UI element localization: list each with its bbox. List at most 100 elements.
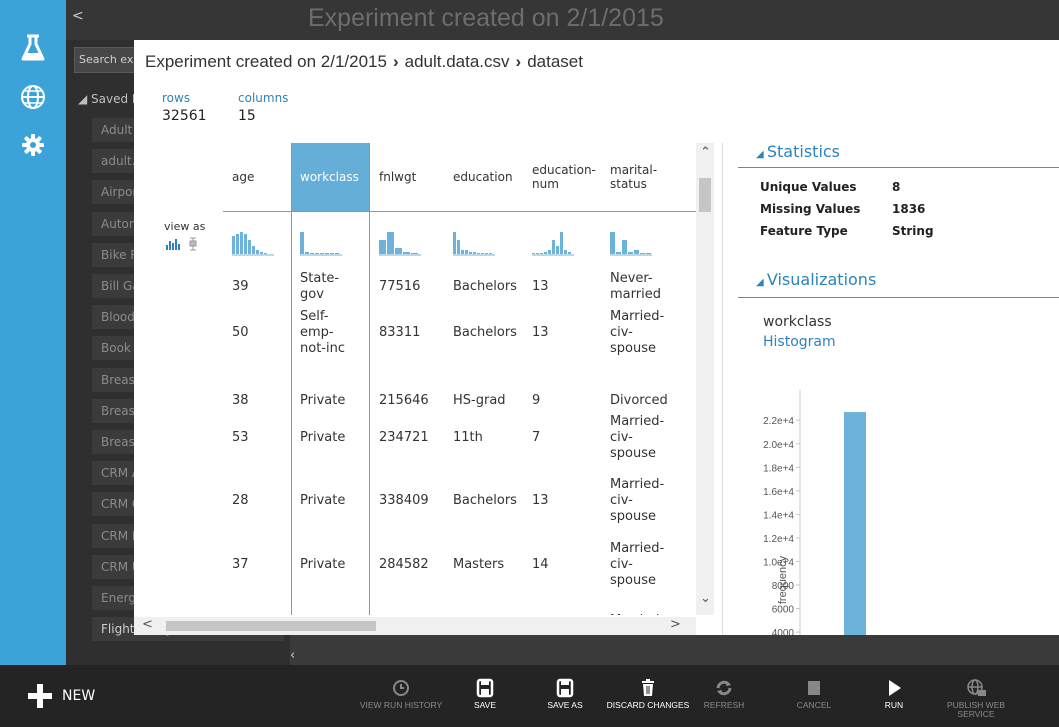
stat-missing-label: Missing Values (760, 202, 861, 216)
table-cell: Private (300, 493, 346, 508)
sparkline-bar (264, 253, 267, 254)
viz-histogram-link[interactable]: Histogram (763, 334, 836, 350)
horizontal-scroll-thumb[interactable] (166, 621, 376, 631)
column-header-fnlwgt[interactable]: fnlwgt (370, 143, 444, 211)
save-button[interactable]: SAVE (440, 677, 530, 721)
table-cell: 11th (453, 430, 483, 445)
table-cell: 9 (532, 393, 541, 408)
column-sparkline (379, 232, 421, 256)
scroll-left-icon[interactable]: < (142, 617, 153, 632)
gear-icon[interactable] (0, 123, 66, 167)
sparkline-bar (325, 253, 329, 254)
sparkline-bar (552, 240, 555, 254)
sparkline-bar (634, 250, 639, 254)
canvas-scroll-left-icon[interactable]: ‹ (290, 648, 295, 663)
table-cell: 7 (532, 430, 541, 445)
view-as-toggle (165, 236, 205, 251)
column-sparkline (300, 232, 342, 256)
sparkline-bar (315, 253, 319, 254)
y-tick-label: 1.8e+4 (763, 463, 794, 474)
new-button[interactable]: NEW (28, 683, 95, 709)
stat-type-label: Feature Type (760, 224, 848, 238)
sparkline-bar (236, 234, 239, 254)
panel-divider (722, 143, 723, 635)
stat-unique-label: Unique Values (760, 180, 857, 194)
sparkline-bar (540, 253, 543, 254)
column-header-education-num[interactable]: education- num (523, 143, 601, 211)
toolbar-button-label: PUBLISH WEB SERVICE (946, 700, 1006, 719)
table-cell: Married- civ- spouse (610, 477, 665, 524)
collapse-palette-icon[interactable]: < (72, 8, 84, 24)
column-header-education[interactable]: education (444, 143, 523, 211)
sparkline-bar (403, 252, 410, 254)
table-cell: 38 (232, 393, 249, 408)
sparkline-bar (379, 240, 386, 254)
table-cell: Married- civ- spouse (610, 414, 665, 461)
sparkline-bar (252, 246, 255, 254)
search-input[interactable]: Search experiment items (74, 47, 136, 73)
toolbar-button-label: CANCEL (796, 700, 832, 710)
scroll-right-icon[interactable]: > (670, 617, 681, 632)
table-cell: Self- emp- not-inc (300, 309, 345, 356)
histogram-view-icon[interactable] (166, 239, 180, 250)
table-cell: 50 (232, 325, 249, 340)
vertical-scrollbar[interactable]: ⌃ ⌄ (696, 143, 714, 615)
left-nav (0, 0, 66, 665)
table-cell: Divorced (610, 393, 668, 408)
sparkline-bar (485, 253, 488, 254)
refresh-button[interactable]: REFRESH (679, 677, 769, 721)
sparkline-bar (387, 232, 394, 254)
visualizations-title: Visualizations (766, 270, 877, 289)
table-cell: Masters (453, 557, 505, 572)
scroll-down-icon[interactable]: ⌄ (700, 591, 711, 606)
visualizations-header[interactable]: ◢ Visualizations (756, 270, 876, 289)
collapse-triangle-icon: ◢ (756, 277, 767, 288)
globe-icon (965, 677, 987, 699)
vertical-scroll-thumb[interactable] (699, 178, 711, 212)
sparkline-bar (489, 253, 492, 254)
column-header-age[interactable]: age (223, 143, 291, 211)
sparkline-bar (628, 252, 633, 254)
table-cell: 77516 (379, 279, 421, 294)
sparkline-bar (560, 232, 563, 254)
flask-icon[interactable] (0, 26, 66, 70)
view-run-history-button[interactable]: VIEW RUN HISTORY (356, 677, 446, 721)
globe-icon[interactable] (0, 75, 66, 119)
table-cell: 53 (232, 430, 249, 445)
columns-value: 15 (238, 108, 256, 124)
table-cell: Private (300, 430, 346, 445)
save-icon (474, 677, 496, 699)
table-cell: Private (300, 557, 346, 572)
toolbar-button-label: SAVE AS (547, 700, 583, 710)
sparkline-bar (310, 253, 314, 254)
sparkline-bar (548, 250, 551, 254)
column-header-marital-status[interactable]: marital- status (601, 143, 696, 211)
bottom-toolbar: NEW VIEW RUN HISTORY SAVE SAVE AS DISCARD C… (0, 665, 1059, 727)
boxplot-view-icon[interactable] (189, 237, 197, 251)
stat-missing-value: 1836 (892, 202, 926, 216)
new-label: NEW (62, 688, 96, 704)
sparkline-bar (473, 252, 476, 254)
save-as-button[interactable]: SAVE AS (520, 677, 610, 721)
statistics-header[interactable]: ◢ Statistics (756, 142, 840, 161)
table-cell: 37 (232, 557, 249, 572)
save-as-icon (554, 677, 576, 699)
scroll-up-icon[interactable]: ⌃ (700, 145, 711, 160)
y-tick-label: 1.4e+4 (763, 510, 794, 521)
cancel-button[interactable]: CANCEL (769, 677, 859, 721)
stat-type-value: String (892, 224, 934, 238)
table-cell: HS-grad (453, 393, 506, 408)
table-cell: 338409 (379, 493, 429, 508)
columns-label: columns (238, 91, 289, 105)
table-cell: 13 (532, 493, 549, 508)
y-axis-label: frequency (777, 555, 789, 604)
header-divider (223, 211, 696, 212)
horizontal-scrollbar[interactable]: < > (134, 617, 696, 635)
sparkline-bar (244, 234, 247, 254)
sparkline-bar (461, 250, 464, 254)
breadcrumb-dataset: dataset (527, 52, 583, 71)
sparkline-bar (330, 253, 334, 254)
rows-label: rows (162, 91, 191, 105)
publish-web-service-button[interactable]: PUBLISH WEB SERVICE (931, 677, 1021, 721)
run-button[interactable]: RUN (849, 677, 939, 721)
